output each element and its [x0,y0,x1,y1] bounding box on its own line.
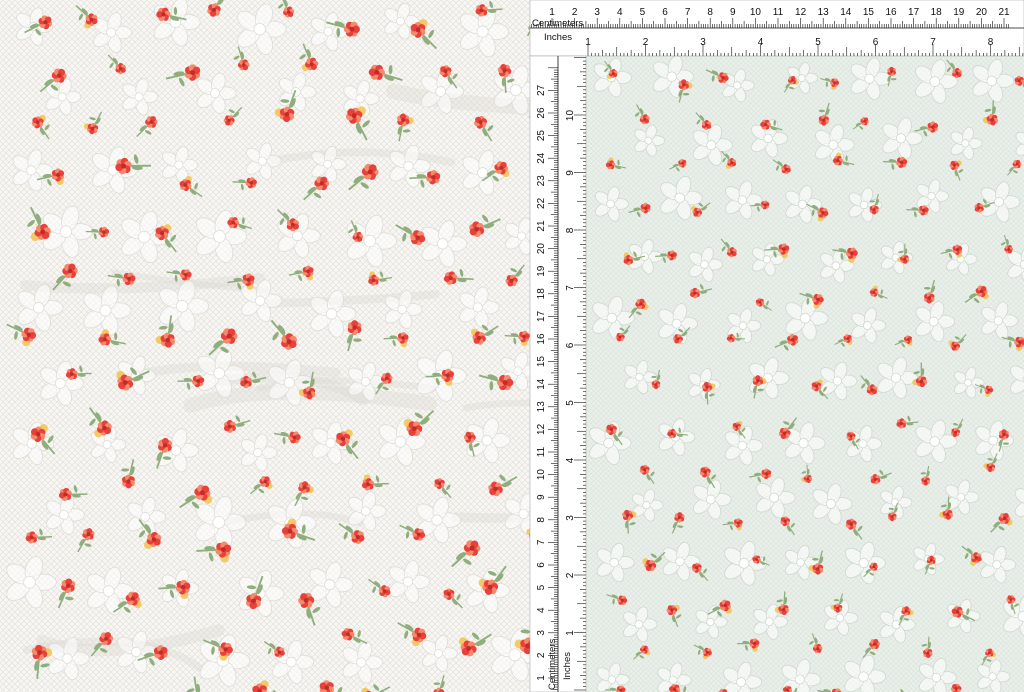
ruler-cm-label: 1 [536,675,547,681]
ruler-cm-label: 11 [773,7,784,18]
ruler-cm-label: 4 [536,607,547,613]
ruler-cm-label: 9 [536,494,547,500]
ruler-cm-label: 17 [536,310,547,322]
ruler-cm-label: 10 [750,7,762,18]
ruler-in-label: 4 [565,457,576,463]
ruler-in-label: 5 [565,400,576,406]
ruler-cm-label: 15 [863,7,875,18]
ruler-cm-label: 19 [536,265,547,277]
ruler-cm-label: 12 [536,423,547,435]
ruler-cm-label: 3 [594,7,600,18]
ruler-cm-label: 20 [536,243,547,255]
top-ruler-in-title: Inches [544,32,572,43]
ruler-cm-label: 5 [536,584,547,590]
ruler-in-label: 10 [565,110,576,122]
ruler-in-label: 6 [565,342,576,348]
ruler-in-label: 6 [873,37,879,48]
ruler-in-label: 8 [565,227,576,233]
ruler-cm-label: 10 [536,469,547,481]
ruler-cm-label: 7 [685,7,691,18]
top-ruler: Centimeters Inches 1 2 3 4 5 6 7 8 9 10 11 12 13 14 15… [529,0,1024,57]
ruler-cm-label: 17 [908,7,920,18]
ruler-cm-label: 7 [536,539,547,545]
ruler-cm-label: 13 [536,401,547,413]
ruler-cm-label: 6 [536,562,547,568]
ruler-cm-label: 11 [536,446,547,457]
ruler-cm-label: 3 [536,630,547,636]
ruler-in-label: 9 [565,170,576,176]
ruler-cm-label: 19 [953,7,965,18]
ruler-in-label: 2 [565,572,576,578]
ruler-cm-label: 14 [536,378,547,390]
ruler-in-label: 4 [758,37,764,48]
ruler-cm-label: 24 [536,152,547,164]
ruler-cm-label: 6 [662,7,668,18]
top-ruler-cm-title: Centimeters [532,18,583,29]
ruler-in-label: 1 [585,37,591,48]
ruler-cm-label: 4 [617,7,623,18]
ruler-in-label: 3 [565,515,576,521]
ruler-in-label: 7 [930,37,936,48]
ruler-cm-label: 13 [818,7,830,18]
ruler-cm-label: 12 [795,7,807,18]
left-ruler: Centimeters Inches 123456789101112131415… [529,55,587,692]
ruler-cm-label: 18 [931,7,943,18]
ruler-cm-label: 18 [536,288,547,300]
ruler-cm-label: 2 [536,652,547,658]
ruler-in-label: 5 [815,37,821,48]
ruler-cm-label: 22 [536,197,547,209]
ruler-in-label: 8 [988,37,994,48]
ruler-in-label: 1 [565,630,576,636]
ruler-cm-label: 27 [536,84,547,96]
ruler-cm-label: 8 [707,7,713,18]
ruler-in-label: 2 [643,37,649,48]
ruler-in-label: 7 [565,285,576,291]
fabric-photo: Centimeters Inches 1 2 3 4 5 6 7 8 9 10 11 12 13 14 15… [0,0,1024,692]
ruler-cm-label: 20 [976,7,988,18]
measuring-rulers: Centimeters Inches 1 2 3 4 5 6 7 8 9 10 11 12 13 14 15… [529,0,1024,692]
ruler-cm-label: 21 [536,220,547,232]
left-ruler-in-title: Inches [562,652,573,680]
ruler-cm-label: 5 [640,7,646,18]
ruler-cm-label: 14 [840,7,852,18]
ruler-cm-label: 25 [536,130,547,142]
ruler-cm-label: 26 [536,107,547,119]
ruler-cm-label: 1 [549,7,555,18]
ruler-cm-label: 16 [536,333,547,345]
ruler-in-label: 3 [700,37,706,48]
ruler-cm-label: 2 [572,7,578,18]
ruler-cm-label: 15 [536,356,547,368]
ruler-cm-label: 8 [536,517,547,523]
ruler-cm-label: 16 [885,7,897,18]
ruler-cm-label: 23 [536,175,547,187]
ruler-cm-label: 9 [730,7,736,18]
ruler-cm-label: 21 [998,7,1010,18]
